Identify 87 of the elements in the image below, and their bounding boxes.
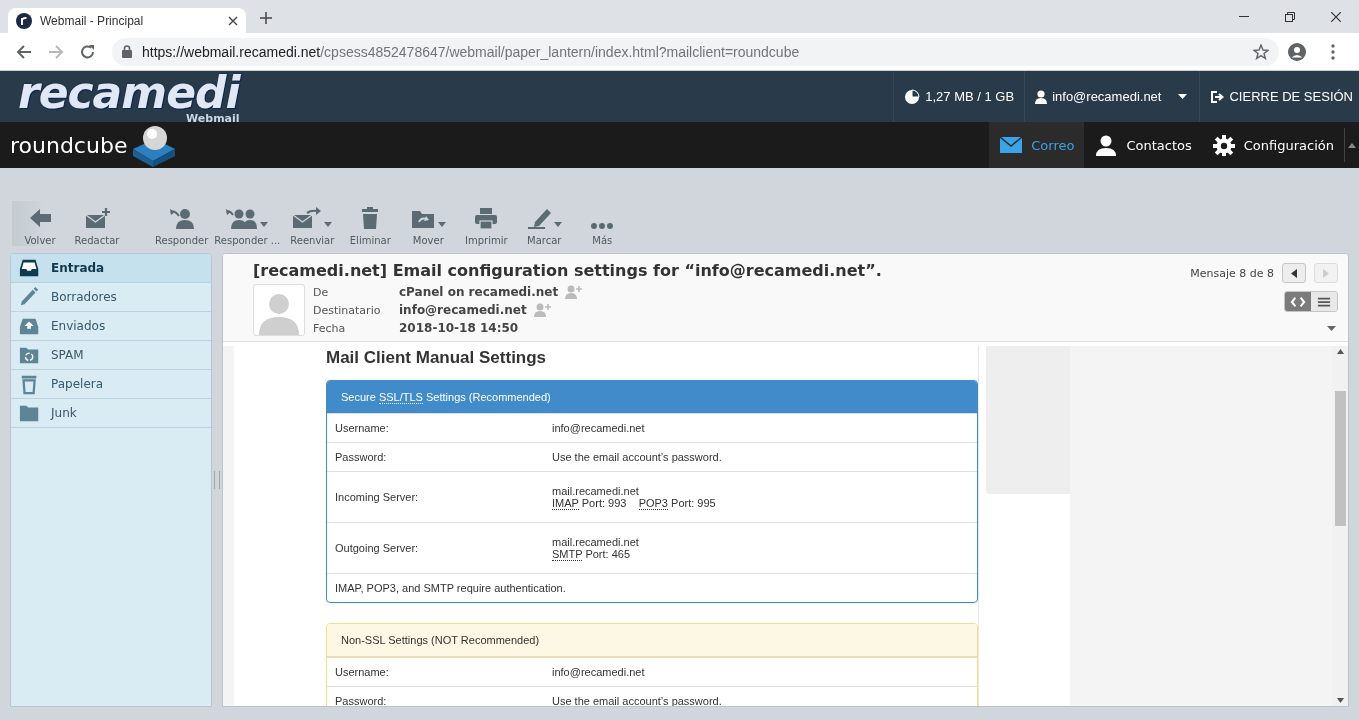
logout-icon (1210, 90, 1225, 103)
inbox-tray-icon (19, 257, 41, 279)
table-cell-text: Password: (334, 451, 388, 463)
toolbar-button[interactable]: Redactar (68, 207, 126, 246)
caret-icon (1178, 94, 1188, 99)
back-icon (16, 43, 32, 60)
caret-icon (324, 222, 333, 227)
table-cell-text: Incoming Server: (334, 491, 420, 503)
triangle-right-icon (1323, 268, 1329, 278)
header-value: cPanel on recamedi.net (399, 285, 559, 299)
caret-icon (554, 222, 563, 227)
close-icon (1331, 11, 1341, 22)
toolbar-button[interactable]: Marcar (515, 207, 574, 246)
roundcube-logo: roundcube (10, 122, 180, 168)
add-contact-icon (532, 303, 551, 317)
section-heading: Mail Client Manual Settings (326, 348, 548, 368)
panel-title: Secure SSL/TLS Settings (Recommended) (341, 391, 551, 403)
table-cell-text: Username: (334, 422, 390, 434)
message-subject: [recamedi.net] Email configuration settings for “info@recamedi.net”. (253, 261, 883, 280)
address-bar[interactable]: https://webmail.recamedi.net/cpsess4852478647/webmail/paper_lantern/index.html?mailclient=roundcube (112, 37, 1279, 66)
envelope-arrow-icon (292, 207, 323, 229)
settings-icon (1211, 134, 1236, 156)
favicon-icon (16, 12, 32, 29)
menu-icon (1331, 43, 1335, 60)
nav-tab[interactable]: Configuración (1201, 122, 1344, 168)
star-icon (1253, 43, 1269, 60)
scrollbar[interactable] (1332, 346, 1348, 706)
view-toggle[interactable] (1311, 292, 1337, 311)
caret-icon (438, 222, 447, 227)
folder-item[interactable]: Entrada (11, 254, 211, 283)
nav-tab[interactable]: Contactos (1084, 122, 1202, 168)
splitter-handle[interactable] (214, 471, 220, 489)
triangle-up-icon (1336, 349, 1344, 354)
table-cell-text: Username: (334, 666, 390, 678)
add-contact-icon (564, 285, 583, 299)
person-icon (1094, 134, 1119, 156)
header-value: info@recamedi.net (399, 303, 527, 317)
header-label: Destinatario (313, 303, 382, 317)
triangle-left-icon (1291, 268, 1297, 278)
table-cell-text: info@recamedi.net (552, 422, 646, 434)
toolbar-button[interactable]: Responder (152, 207, 212, 246)
toolbar-button[interactable]: Reenviar (283, 207, 342, 246)
toolbar-button[interactable]: Mover (399, 207, 458, 246)
restore-icon (1285, 11, 1295, 22)
new-tab-icon (260, 12, 272, 24)
header-label: De (313, 285, 330, 299)
message-counter: Mensaje 8 de 8 (1190, 266, 1274, 280)
view-toggle[interactable] (1285, 292, 1311, 311)
code-icon (1290, 294, 1306, 309)
collapse-icon (1348, 142, 1356, 148)
table-cell-text: Use the email account’s password. (552, 451, 723, 463)
table-cell-text: mail.recamedi.net IMAP Port: 993 POP3 Port: 995 (552, 485, 717, 509)
caret-icon (1327, 326, 1336, 331)
note-text: IMAP, POP3, and SMTP require authentication. (335, 582, 566, 594)
person-arrow-icon (168, 207, 195, 229)
browser-tab[interactable]: Webmail - Principal (8, 8, 246, 33)
printer-icon (473, 207, 500, 229)
pie-chart-icon (904, 88, 921, 105)
toolbar-button[interactable]: Eliminar (341, 207, 400, 246)
triangle-down-icon (1336, 698, 1344, 703)
table-cell-text: info@recamedi.net (552, 666, 646, 678)
header-label: Fecha (313, 321, 347, 335)
table-cell-text: Outgoing Server: (334, 542, 420, 554)
panel-title: Non-SSL Settings (NOT Recommended) (341, 634, 540, 646)
table-cell-text: mail.recamedi.net SMTP Port: 465 (552, 536, 640, 560)
more-icon (591, 223, 614, 229)
toolbar-button[interactable]: Responder ... (211, 207, 284, 246)
envelope-plus-icon (84, 207, 110, 229)
header-value: 2018-10-18 14:50 (399, 321, 519, 335)
previous-button[interactable] (1282, 263, 1306, 283)
pen-icon (526, 207, 553, 229)
person-icon (1035, 89, 1048, 104)
profile-icon (1288, 42, 1306, 61)
close-icon (228, 15, 238, 26)
pencil-icon (19, 286, 41, 308)
forward-icon (48, 43, 64, 60)
caret-icon (260, 222, 269, 227)
company-logo: recamedi Webmail (18, 71, 240, 122)
reload-icon (80, 43, 96, 60)
table-cell-text: Password: (334, 695, 388, 706)
toolbar-button[interactable]: Imprimir (457, 207, 516, 246)
lock-icon (122, 45, 132, 58)
nav-tab[interactable]: Correo (989, 122, 1085, 168)
minimize-icon (1239, 16, 1249, 17)
toolbar-button[interactable]: Más (573, 207, 632, 246)
people-arrow-icon (226, 207, 259, 229)
envelope-icon (999, 134, 1024, 156)
